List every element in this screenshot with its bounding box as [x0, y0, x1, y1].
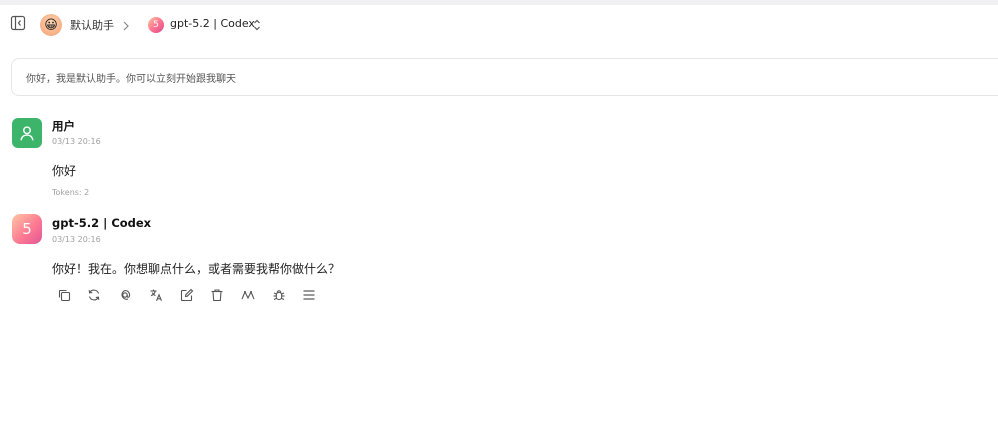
user-icon — [20, 126, 34, 141]
message-content: 你好！我在。你想聊点什么，或者需要我帮你做什么？ — [52, 262, 341, 276]
message-timestamp: 03/13 20:16 — [52, 235, 101, 244]
chevron-right-icon — [121, 17, 131, 31]
copy-icon[interactable] — [55, 286, 73, 304]
message-content: 你好 — [52, 164, 77, 178]
trace-icon[interactable] — [239, 286, 257, 304]
model-selector[interactable]: gpt-5.2 | Codex — [170, 17, 255, 30]
message-sender: 用户 — [52, 119, 75, 133]
debug-icon[interactable] — [270, 286, 288, 304]
mention-icon[interactable] — [116, 286, 134, 304]
token-count: Tokens: 2 — [52, 188, 90, 197]
delete-icon[interactable] — [208, 286, 226, 304]
assistant-name-breadcrumb[interactable]: 默认助手 — [70, 17, 114, 33]
chevron-updown-icon[interactable] — [252, 17, 262, 31]
edit-icon[interactable] — [178, 286, 196, 304]
regenerate-icon[interactable] — [85, 286, 103, 304]
model-avatar: 5 — [148, 17, 164, 33]
model-message-avatar: 5 — [12, 214, 42, 244]
user-avatar — [12, 118, 42, 148]
assistant-avatar[interactable]: 😀 — [40, 14, 62, 36]
message-timestamp: 03/13 20:16 — [52, 137, 101, 146]
sidebar-toggle-icon[interactable] — [10, 15, 26, 31]
message-sender: gpt-5.2 | Codex — [52, 216, 152, 230]
chat-header: 😀 默认助手 5 gpt-5.2 | Codex — [0, 5, 998, 43]
assistant-prompt-banner[interactable]: 你好，我是默认助手。你可以立刻开始跟我聊天 — [11, 58, 998, 96]
menu-icon[interactable] — [300, 286, 318, 304]
prompt-text: 你好，我是默认助手。你可以立刻开始跟我聊天 — [26, 74, 236, 85]
translate-icon[interactable] — [147, 286, 165, 304]
